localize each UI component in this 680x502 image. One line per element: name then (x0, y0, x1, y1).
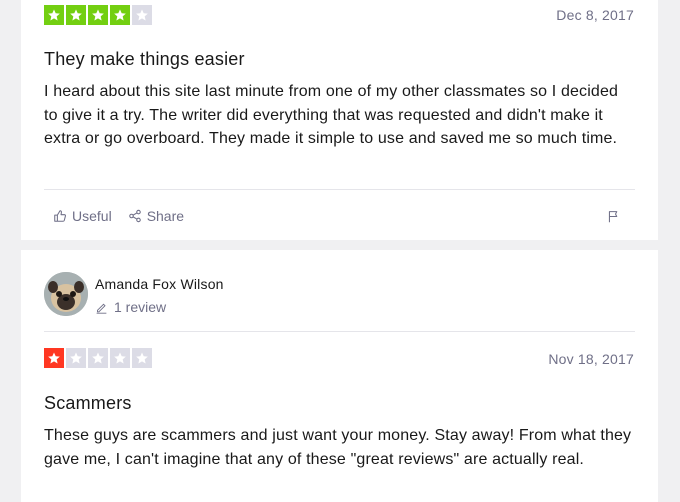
thumbs-up-icon (54, 210, 66, 222)
star-icon (66, 348, 86, 368)
star-icon (66, 5, 86, 25)
star-rating (44, 5, 152, 25)
divider (44, 331, 635, 332)
share-button[interactable]: Share (128, 208, 184, 224)
review-body: These guys are scammers and just want yo… (44, 427, 632, 468)
star-rating (44, 348, 152, 368)
star-icon (110, 5, 130, 25)
share-label: Share (146, 208, 185, 224)
avatar[interactable] (44, 272, 88, 316)
star-icon (88, 348, 108, 368)
star-icon (132, 348, 152, 368)
flag-icon (608, 210, 618, 222)
useful-button[interactable]: Useful (53, 208, 112, 224)
star-icon (110, 348, 130, 368)
star-icon (132, 5, 152, 25)
review-card: Dec 8, 2017 They make things easier I he… (21, 0, 658, 240)
review-card: Amanda Fox Wilson 1 review Nov 18, 2017 … (21, 250, 658, 502)
review-actions: Useful Share (53, 206, 620, 226)
divider (44, 189, 635, 190)
review-date: Dec 8, 2017 (556, 7, 634, 23)
share-icon (128, 209, 141, 223)
useful-label: Useful (72, 208, 112, 224)
flag-button[interactable] (607, 210, 620, 223)
review-body: I heard about this site last minute from… (44, 83, 619, 147)
pencil-icon (96, 303, 107, 314)
review-count-label: 1 review (114, 299, 167, 315)
review-title[interactable]: Scammers (44, 393, 132, 414)
reviewer-review-count: 1 review (95, 299, 166, 315)
avatar-image (44, 272, 88, 316)
star-icon (88, 5, 108, 25)
star-icon (44, 348, 64, 368)
review-date: Nov 18, 2017 (548, 351, 634, 367)
review-title[interactable]: They make things easier (44, 49, 245, 70)
reviewer-name[interactable]: Amanda Fox Wilson (95, 276, 224, 292)
star-icon (44, 5, 64, 25)
